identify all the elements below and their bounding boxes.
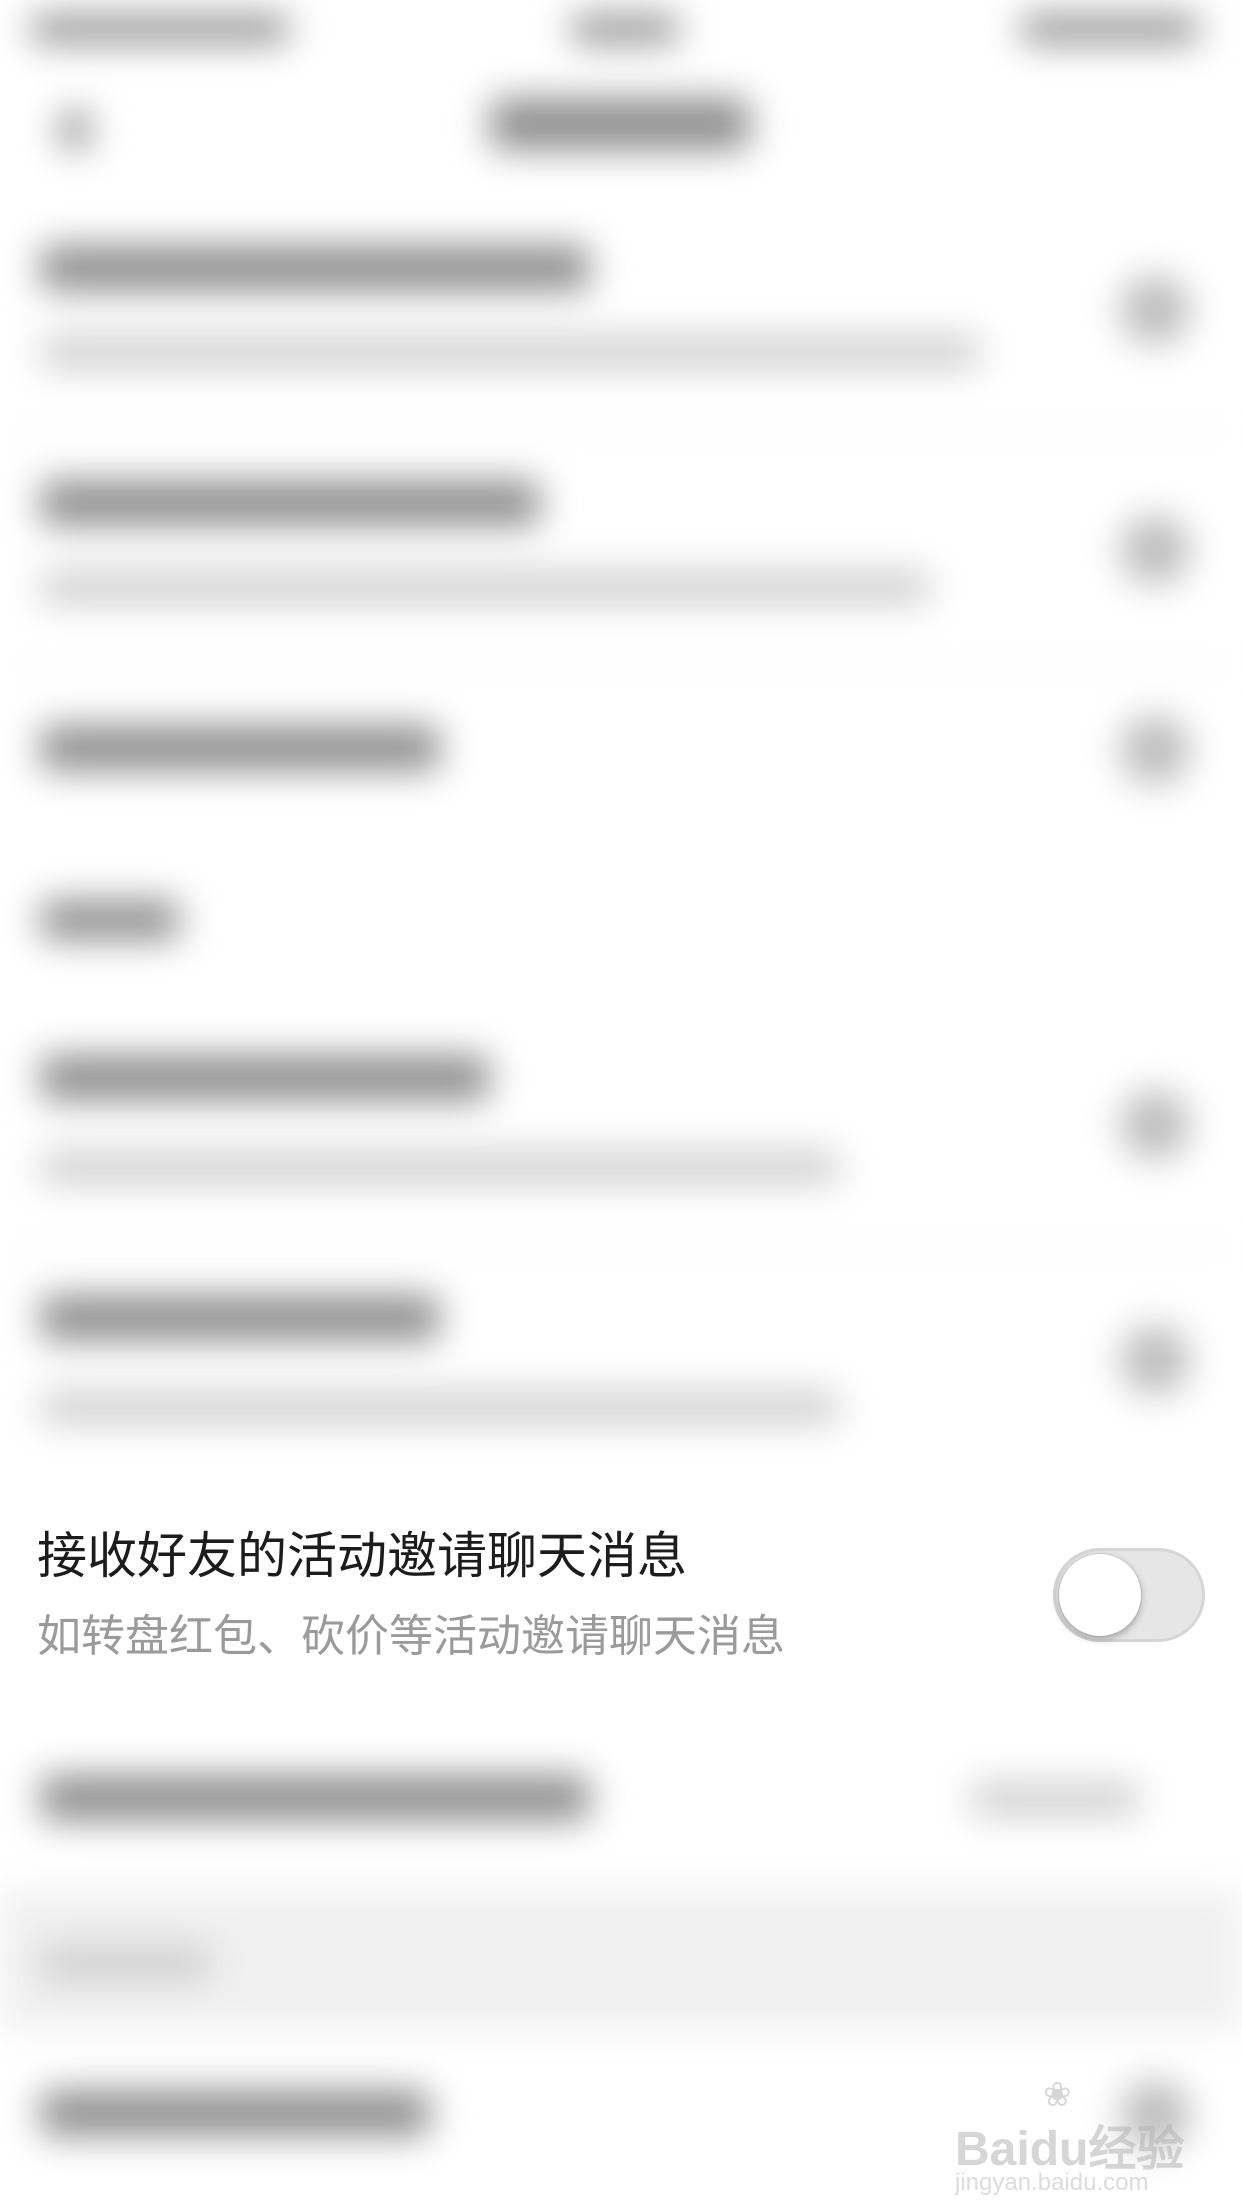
- setting-row-title: [40, 480, 540, 526]
- divider: [0, 1245, 1242, 1247]
- toggle-switch[interactable]: [1120, 1090, 1190, 1160]
- setting-row-subtitle: [40, 570, 930, 604]
- setting-row-title: [40, 1295, 440, 1341]
- toggle-switch[interactable]: [1120, 515, 1190, 585]
- setting-row-subtitle: [40, 1150, 840, 1184]
- status-bar-time: [570, 15, 680, 43]
- back-icon[interactable]: [60, 110, 90, 150]
- setting-title: 接收好友的活动邀请聊天消息: [37, 1527, 687, 1585]
- divider: [0, 430, 1242, 432]
- setting-subtitle: 如转盘红包、砍价等活动邀请聊天消息: [37, 1611, 785, 1662]
- setting-row-title: [40, 245, 590, 291]
- section-header: [40, 900, 180, 940]
- setting-row-title: [40, 1775, 590, 1821]
- setting-row-subtitle: [40, 1390, 840, 1424]
- baidu-jingyan-watermark: ❀ Baidu经验 jingyan.baidu.com: [955, 2075, 1195, 2196]
- status-bar-right: [1020, 15, 1200, 43]
- page-title: [490, 98, 750, 150]
- toggle-thumb: [1059, 1554, 1141, 1636]
- setting-row-title: [40, 1055, 490, 1101]
- section-header: [40, 1945, 210, 1981]
- blurred-settings-background: [0, 0, 1242, 2208]
- divider: [0, 665, 1242, 667]
- toggle-switch[interactable]: [1120, 275, 1190, 345]
- activity-invite-toggle[interactable]: [1053, 1548, 1205, 1642]
- watermark-url: jingyan.baidu.com: [955, 2169, 1149, 2196]
- status-bar-left: [30, 15, 290, 43]
- setting-row-subtitle: [40, 335, 980, 369]
- toggle-switch[interactable]: [1120, 1325, 1190, 1395]
- toggle-switch[interactable]: [1120, 715, 1190, 785]
- setting-row-value: [970, 1782, 1140, 1816]
- setting-row-title: [40, 725, 440, 771]
- setting-row-title: [40, 2090, 430, 2136]
